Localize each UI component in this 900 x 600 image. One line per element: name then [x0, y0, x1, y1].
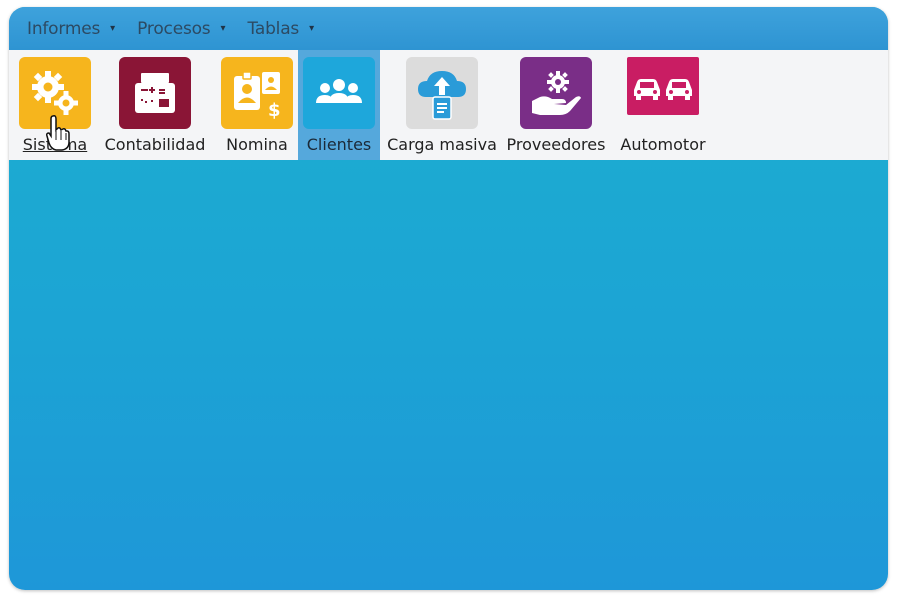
- chevron-down-icon: ▾: [110, 23, 116, 34]
- tool-carga-masiva-label: Carga masiva: [387, 135, 497, 154]
- payroll-badge-icon: $: [221, 57, 293, 129]
- tool-nomina-label: Nomina: [226, 135, 288, 154]
- menu-bar: Informes ▾ Procesos ▾ Tablas ▾: [9, 7, 888, 50]
- cloud-upload-icon: [406, 57, 478, 129]
- accounting-machine-icon: [119, 57, 191, 129]
- chevron-down-icon: ▾: [220, 23, 226, 34]
- menu-tablas-label: Tablas: [247, 18, 300, 39]
- svg-text:$: $: [268, 100, 281, 121]
- tool-contabilidad-label: Contabilidad: [104, 135, 206, 154]
- tool-carga-masiva[interactable]: Carga masiva: [387, 50, 497, 160]
- hand-pointer-icon: [45, 114, 71, 152]
- tool-automotor-label: Automotor: [620, 135, 706, 154]
- menu-procesos-label: Procesos: [137, 18, 211, 39]
- chevron-down-icon: ▾: [309, 23, 315, 34]
- main-workspace: [9, 160, 888, 590]
- menu-procesos[interactable]: Procesos ▾: [137, 19, 225, 39]
- tool-contabilidad[interactable]: Contabilidad: [105, 50, 205, 160]
- tool-clientes-label: Clientes: [306, 135, 372, 154]
- menu-tablas[interactable]: Tablas ▾: [248, 19, 315, 39]
- menu-informes-label: Informes: [27, 18, 101, 39]
- tool-proveedores[interactable]: Proveedores: [503, 50, 609, 160]
- module-toolbar: Sistema Contabilidad: [9, 50, 888, 160]
- tool-proveedores-label: Proveedores: [506, 135, 606, 154]
- users-group-icon: [303, 57, 375, 129]
- tool-nomina[interactable]: $ Nomina: [217, 50, 297, 160]
- menu-informes[interactable]: Informes ▾: [27, 19, 115, 39]
- tool-clientes[interactable]: Clientes: [298, 50, 380, 160]
- cars-icon: [627, 57, 699, 115]
- tool-automotor[interactable]: Automotor: [615, 50, 711, 160]
- app-window: Informes ▾ Procesos ▾ Tablas ▾ Contabili…: [9, 7, 888, 590]
- hand-gear-icon: [520, 57, 592, 129]
